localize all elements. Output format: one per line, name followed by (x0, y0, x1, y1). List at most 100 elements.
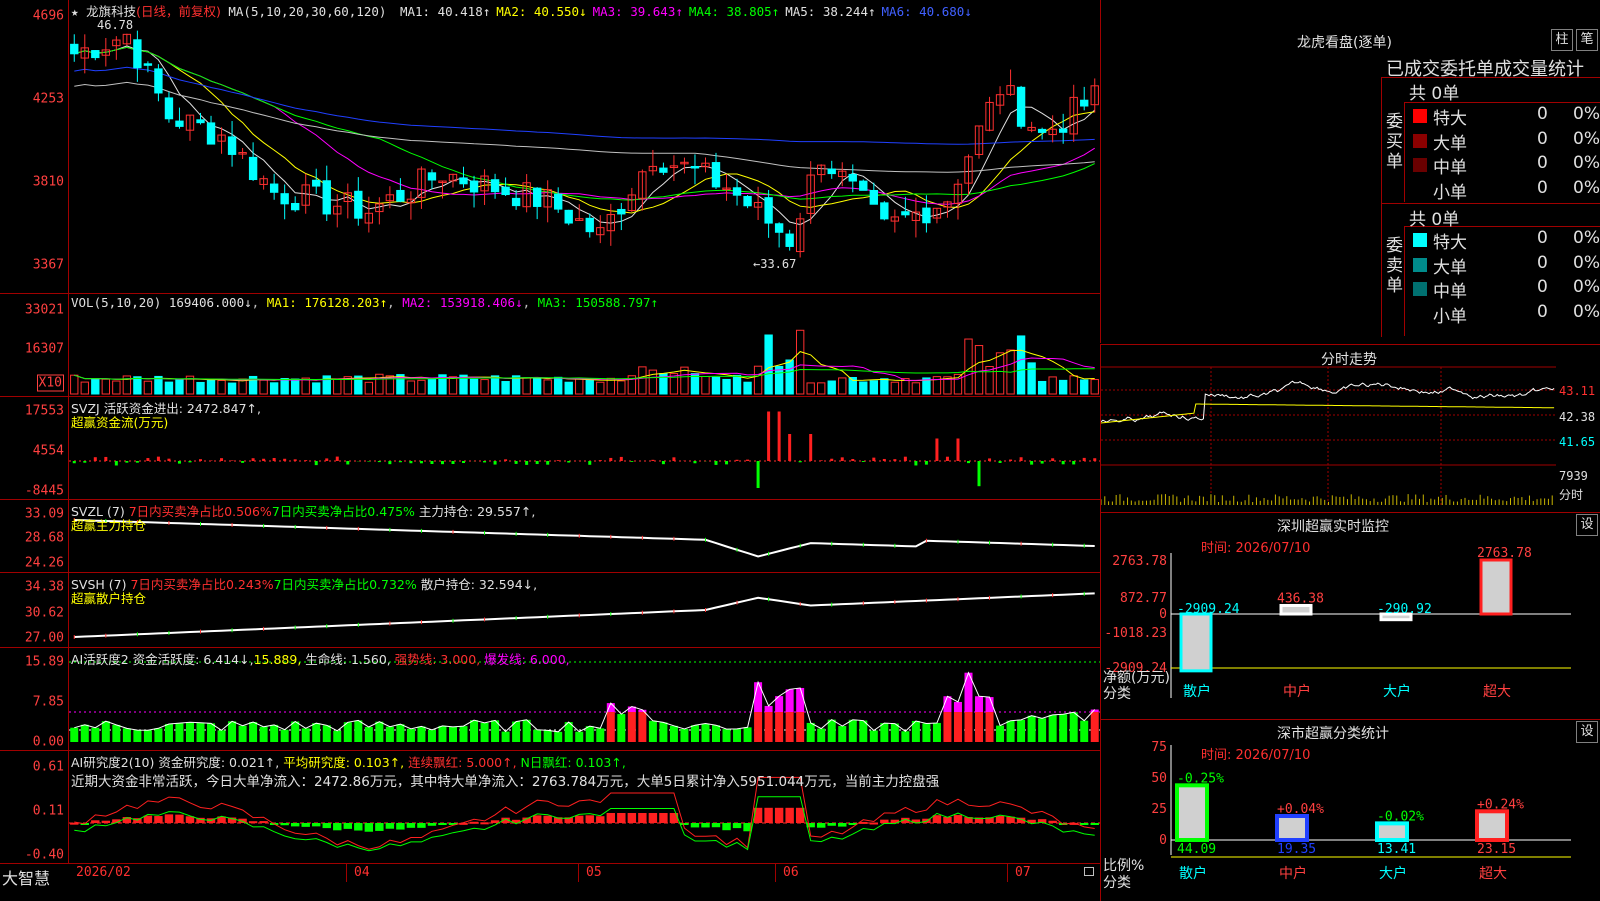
volume-bar (143, 380, 153, 395)
volume-bar (164, 381, 174, 395)
svsh-axis: 34.38 30.62 27.00 (0, 573, 69, 647)
sz-monitor-xlabel: 分类 (1103, 686, 1131, 702)
price-tick: 4696 (32, 8, 64, 24)
activity-bar (817, 728, 826, 742)
bar-value-label: -290.92 (1377, 602, 1432, 617)
svsh-panel[interactable]: 34.38 30.62 27.00 SVSH (7) 7日内买卖净占比0.243… (0, 573, 1100, 648)
candle-body (154, 68, 163, 94)
activity-bar (333, 730, 342, 742)
activity-bar (480, 722, 489, 742)
candle-body (743, 196, 752, 207)
candle-body (1080, 99, 1089, 107)
period-label[interactable]: (日线，前复权) (136, 4, 221, 19)
research-bar (690, 823, 700, 828)
volume-bar (406, 380, 416, 395)
volume-bar (838, 377, 847, 395)
order-percent: 0% (1573, 277, 1600, 297)
change-label: +0.24% (1477, 797, 1524, 812)
research-bar (469, 821, 479, 824)
candle-body (880, 202, 889, 220)
ai-research-panel[interactable]: 0.61 0.11 -0.40 AI研究度2(10) 资金研究度: 0.021↑… (0, 751, 1100, 863)
research-bar (343, 823, 352, 829)
order-size-label: 小单 (1433, 182, 1467, 203)
candle-body (196, 119, 205, 124)
net-bar (1279, 603, 1313, 616)
candle-body (554, 193, 563, 210)
change-label: -0.02% (1377, 809, 1424, 824)
bar-view-button[interactable]: 柱 (1551, 29, 1573, 51)
research-bar (669, 813, 679, 823)
volume-panel[interactable]: 33021 16307 X10 VOL(5,10,20) 169406.000↓… (0, 294, 1100, 397)
lock-icon[interactable] (1084, 867, 1094, 876)
order-size-label: 中单 (1433, 282, 1467, 302)
retail-position-line (74, 592, 1095, 638)
candle-body (280, 193, 289, 205)
activity-bar (80, 724, 89, 742)
ma-value-5: MA5: 38.244↑ (785, 4, 876, 19)
ai-activity-axis: 15.89 7.85 0.00 (0, 648, 69, 750)
tick-view-button[interactable]: 笔 (1576, 29, 1598, 51)
candle-body (1058, 128, 1068, 133)
candle-body (133, 39, 142, 69)
ma-value-6: MA6: 40.680↓ (881, 4, 972, 19)
volume-unit: X10 (36, 374, 64, 392)
candle-body (269, 183, 279, 193)
ai-activity-panel[interactable]: 15.89 7.85 0.00 AI活跃度2 资金活跃度: 6.414↓,15.… (0, 648, 1100, 751)
svzj-panel[interactable]: 17553 4554 -8445 SVZJ 活跃资金进出: 2472.847↑,… (0, 397, 1100, 500)
color-swatch (1413, 133, 1427, 148)
activity-bar (1059, 714, 1068, 742)
activity-bar (291, 721, 300, 742)
candle-body (859, 180, 868, 191)
vol-ma20-line (74, 368, 1095, 381)
candle-body (901, 211, 910, 216)
candle-body (711, 162, 721, 188)
category-label: 中户 (1279, 865, 1307, 882)
ai1-tick: 15.89 (24, 654, 64, 670)
buy-total: 共 0单 (1409, 84, 1460, 104)
intraday-panel[interactable]: 分时走势 43.11 42.38 41.65 7939 分时 (1100, 344, 1600, 512)
volume-bar (196, 381, 205, 395)
ai-research-axis: 0.61 0.11 -0.40 (0, 751, 69, 863)
volume-bar (1058, 379, 1068, 395)
date-axis[interactable]: 大智慧 2026/02 04 05 06 07 (0, 863, 1100, 901)
intraday-vol-unit: 分时 (1559, 488, 1584, 502)
activity-bar (417, 726, 426, 742)
candle-body (427, 172, 437, 181)
kline-panel[interactable]: 4696 4253 3810 3367 ★ 龙旗科技(日线，前复权) MA(5,… (0, 0, 1100, 294)
y-tick: 25 (1151, 802, 1167, 817)
activity-bar (764, 712, 773, 742)
order-row: 中单 0 0% (1407, 153, 1600, 178)
ratio-value-label: 13.41 (1377, 842, 1416, 857)
volume-bar (722, 378, 731, 395)
order-percent: 0% (1573, 128, 1600, 149)
research-bar (543, 815, 552, 823)
volume-tick: 33021 (24, 302, 64, 318)
buy-orders-label: 委买单 (1386, 112, 1403, 172)
volume-bar (448, 376, 458, 395)
brand-label: 大智慧 (2, 869, 51, 888)
candle-body (532, 187, 542, 207)
volume-bar (554, 376, 563, 395)
activity-bar (143, 730, 152, 742)
research-bar (1048, 820, 1057, 823)
star-icon[interactable]: ★ (71, 4, 79, 19)
sz-monitor-panel[interactable]: 深圳超赢实时监控 设 时间: 2026/07/10 2763.78 872.77 0… (1100, 512, 1600, 719)
research-bar (532, 815, 542, 823)
volume-bar (880, 378, 889, 395)
activity-bar (943, 712, 952, 742)
ratio-value-label: 19.35 (1277, 842, 1316, 857)
activity-bar (806, 722, 815, 742)
svzj-tick: 4554 (32, 443, 64, 459)
ai1-tick: 7.85 (32, 694, 64, 710)
activity-bar (975, 712, 984, 742)
sz-class-panel[interactable]: 深市超赢分类统计 设 时间: 2026/07/10 75 50 25 0 -0.25% 4… (1100, 719, 1600, 901)
research-bar (164, 814, 174, 823)
svzl-panel[interactable]: 33.09 28.68 24.26 SVZL (7) 7日内买卖净占比0.506… (0, 500, 1100, 573)
kline-plot[interactable]: 46.78 ←33.67 (69, 0, 1100, 293)
ratio-bar (1475, 809, 1509, 842)
candle-body (469, 180, 479, 193)
activity-bar (775, 712, 784, 742)
research-bar (606, 813, 616, 823)
research-bar (638, 813, 647, 823)
date-tick: 05 (586, 865, 602, 880)
